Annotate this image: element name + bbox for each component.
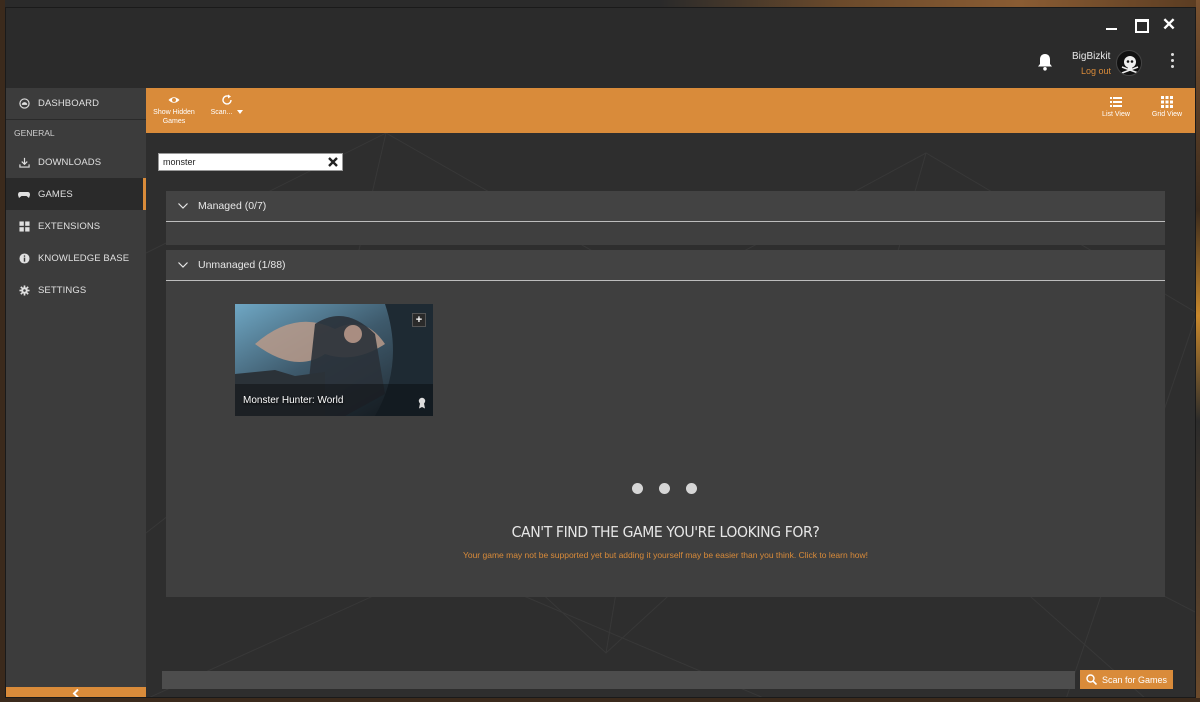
gear-icon [18,284,30,296]
unmanaged-section: Unmanaged (1/88) + Monster Hunter: World… [166,250,1165,597]
chevron-down-icon [178,262,188,268]
chevron-left-icon [72,688,79,697]
sidebar-item-label: DOWNLOADS [38,156,102,168]
app-window: ✕ BigBizkit Log out DASHBOARD GENERAL DO… [5,7,1196,698]
award-icon [418,397,426,409]
title-bar: ✕ BigBizkit Log out [6,8,1195,88]
sidebar-item-settings[interactable]: SETTINGS [6,274,146,306]
caret-down-icon [237,110,244,115]
download-icon [18,156,30,168]
cant-find-title: CAN'T FIND THE GAME YOU'RE LOOKING FOR? [511,524,820,542]
desktop-background-bottom [0,698,1200,702]
sidebar-item-games[interactable]: GAMES [6,178,146,210]
eye-icon [168,97,180,103]
sidebar-collapse-button[interactable] [6,687,146,697]
unmanaged-section-header[interactable]: Unmanaged (1/88) [166,250,1165,281]
unmanaged-section-title: Unmanaged (1/88) [198,259,286,271]
list-view-label: List View [1102,111,1130,118]
sidebar-item-label: SETTINGS [38,284,87,296]
scan-for-games-button[interactable]: Scan for Games [1080,670,1173,689]
sidebar-section-header: GENERAL [14,128,55,138]
chevron-down-icon [178,203,188,209]
pirate-skull-icon [1121,56,1139,74]
cant-find-help-link[interactable]: Your game may not be supported yet but a… [166,550,1165,560]
sidebar-item-dashboard[interactable]: DASHBOARD [6,88,146,120]
games-content: Managed (0/7) Unmanaged (1/88) [146,133,1195,697]
sidebar-item-knowledge-base[interactable]: KNOWLEDGE BASE [6,242,146,274]
sidebar-item-label: DASHBOARD [38,98,100,109]
managed-section: Managed (0/7) [166,191,1165,245]
user-name: BigBizkit [1072,51,1111,62]
show-hidden-games-button[interactable]: Show Hidden Games [152,94,196,126]
game-card[interactable]: + Monster Hunter: World [235,304,433,416]
loading-dot [686,483,697,494]
desktop-background-top [0,0,1200,7]
scan-for-games-label: Scan for Games [1102,674,1168,685]
grid-view-label: Grid View [1151,111,1183,118]
loading-dots [632,483,702,495]
dashboard-icon [18,98,30,110]
maximize-button[interactable] [1129,16,1153,34]
search-input[interactable] [159,154,325,170]
game-title: Monster Hunter: World [243,395,344,406]
loading-dot [632,483,643,494]
more-options-icon[interactable] [1171,53,1175,69]
list-view-button[interactable]: List View [1099,96,1133,119]
scan-dropdown-button[interactable]: Scan... [210,94,244,117]
minimize-button[interactable] [1100,16,1124,34]
list-icon [1110,97,1122,107]
show-hidden-label-line1: Show Hidden [153,109,195,116]
close-button[interactable]: ✕ [1157,16,1181,34]
managed-section-header[interactable]: Managed (0/7) [166,191,1165,222]
scan-label: Scan... [210,109,233,116]
sidebar-item-downloads[interactable]: DOWNLOADS [6,146,146,178]
loading-dot [659,483,670,494]
desktop-background-right [1196,0,1200,702]
notification-bell-icon[interactable] [1037,53,1053,71]
show-hidden-label-line2: Games [162,118,186,125]
grid-icon [18,220,30,232]
sidebar-item-label: GAMES [38,188,73,200]
grid-view-icon [1161,96,1173,108]
sidebar: DASHBOARD GENERAL DOWNLOADS GAMES EXTENS… [6,88,146,697]
refresh-icon [222,94,232,105]
search-box [158,153,343,171]
sidebar-item-label: KNOWLEDGE BASE [38,252,130,264]
clear-search-icon[interactable] [326,155,340,169]
toolbar: Show Hidden Games Scan... List View Grid… [146,88,1195,133]
sidebar-item-extensions[interactable]: EXTENSIONS [6,210,146,242]
sidebar-item-label: EXTENSIONS [38,220,101,232]
grid-view-button[interactable]: Grid View [1149,96,1185,119]
logout-link[interactable]: Log out [1081,66,1111,76]
search-icon [1086,674,1097,685]
managed-section-title: Managed (0/7) [198,200,267,212]
scan-progress-bar [162,671,1075,689]
add-game-button[interactable]: + [412,313,426,327]
info-icon [18,252,30,264]
avatar[interactable] [1116,50,1142,76]
gamepad-icon [18,188,30,200]
